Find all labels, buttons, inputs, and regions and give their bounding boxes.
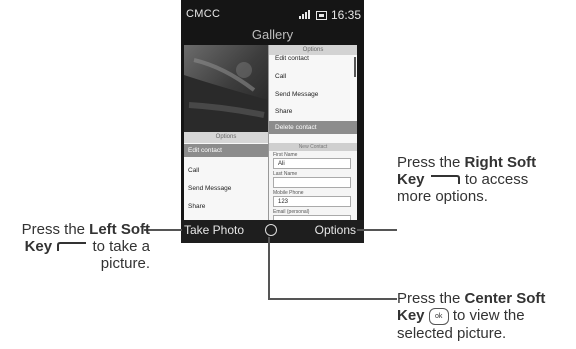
center-callout-line-vertical xyxy=(268,237,270,299)
app-title: Gallery xyxy=(251,27,294,42)
status-bar: CMCC 16:35 xyxy=(181,0,364,24)
right-callout-pre: Press the xyxy=(397,154,465,171)
left-soft-key-glyph-icon xyxy=(57,242,87,252)
left-callout-post: to take a picture. xyxy=(88,238,150,272)
right-soft-key-glyph-icon xyxy=(430,175,460,185)
left-callout-pre: Press the xyxy=(21,221,90,238)
left-options-header: Options xyxy=(184,132,268,143)
left-options-item-call[interactable]: Call xyxy=(188,167,199,174)
first-name-field[interactable]: Ali xyxy=(273,158,351,169)
right-options-item-call[interactable]: Call xyxy=(275,73,286,80)
right-options-item-share[interactable]: Share xyxy=(275,108,292,115)
right-options-item-send-message[interactable]: Send Message xyxy=(275,91,318,98)
photo-image xyxy=(184,45,268,132)
left-soft-key[interactable]: Take Photo xyxy=(184,223,244,237)
carrier-label: CMCC xyxy=(186,8,221,20)
options-scrollbar[interactable] xyxy=(354,57,356,77)
right-callout-line xyxy=(357,229,397,231)
contact-form-header: New Contact xyxy=(269,143,357,151)
right-options-header: Options xyxy=(269,45,357,55)
left-soft-key-callout: Press the Left Soft Key to take a pictur… xyxy=(8,221,150,272)
signal-icon xyxy=(299,10,313,19)
center-callout-line-horizontal xyxy=(268,298,397,300)
left-options-item-send-message[interactable]: Send Message xyxy=(188,185,231,192)
right-options-item-edit-contact[interactable]: Edit contact xyxy=(275,55,309,62)
soft-key-bar: Take Photo Options xyxy=(181,220,364,243)
right-options-item-delete-contact[interactable]: Delete contact xyxy=(269,121,357,134)
left-options-menu: Options Edit contact Call Send Message S… xyxy=(184,132,269,220)
photo-thumbnail[interactable] xyxy=(184,45,268,132)
center-callout-pre: Press the xyxy=(397,290,465,307)
left-options-item-edit-contact[interactable]: Edit contact xyxy=(184,144,268,157)
battery-icon xyxy=(316,11,327,20)
center-soft-key-callout: Press the Center Soft Key ok to view the… xyxy=(397,290,576,342)
mobile-phone-field[interactable]: 123 xyxy=(273,196,351,207)
right-options-menu: Options Edit contact Call Send Message S… xyxy=(268,45,357,143)
contact-form: New Contact First Name Ali Last Name Mob… xyxy=(268,143,357,226)
ok-key-icon: ok xyxy=(428,307,449,325)
last-name-field[interactable] xyxy=(273,177,351,188)
clock: 16:35 xyxy=(331,8,362,22)
right-soft-key-callout: Press the Right Soft Key to access more … xyxy=(397,154,547,205)
right-soft-key[interactable]: Options xyxy=(315,223,356,237)
left-options-item-share[interactable]: Share xyxy=(188,203,205,210)
phone-screen: CMCC 16:35 Gallery Options Edit contact … xyxy=(181,0,364,243)
center-soft-key-icon[interactable] xyxy=(265,224,277,236)
